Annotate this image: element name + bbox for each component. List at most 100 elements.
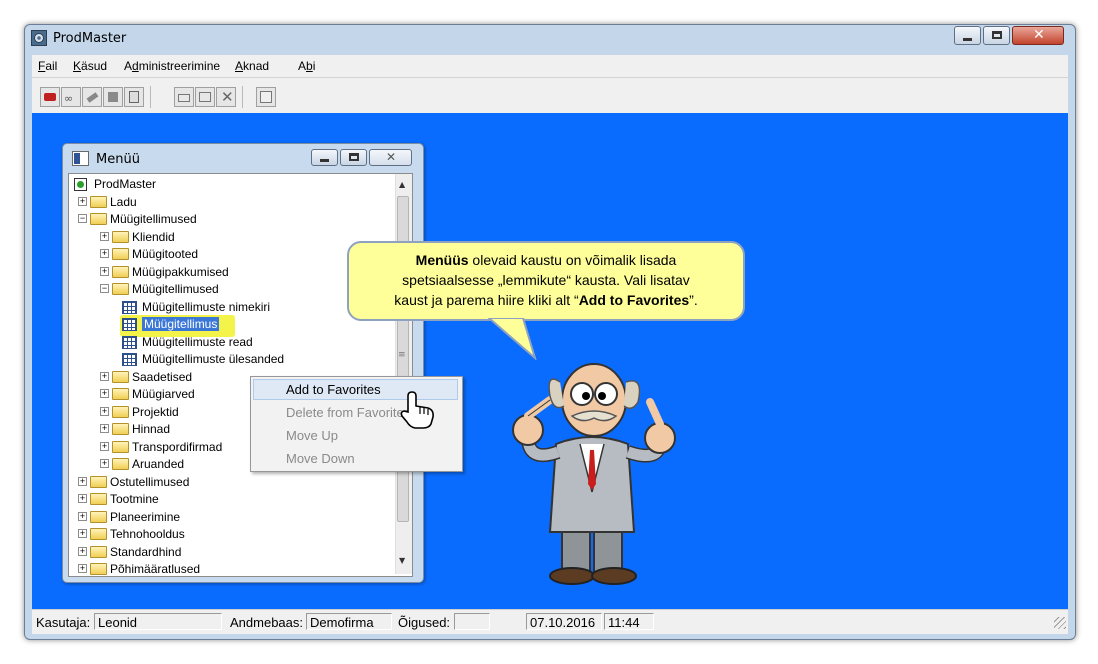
expand-icon[interactable]: + (78, 494, 87, 503)
delete-x-icon: ✕ (221, 88, 234, 106)
status-db-label: Andmebaas: (230, 615, 303, 630)
menu-window-title: Menüü (96, 152, 140, 167)
tree-item-label: Projektid (132, 405, 179, 419)
status-user-label: Kasutaja: (36, 615, 91, 630)
collapse-icon[interactable]: − (100, 284, 109, 293)
menu-abi[interactable]: Abi (298, 59, 315, 73)
minimize-icon (320, 159, 329, 162)
expand-icon[interactable]: + (100, 389, 109, 398)
expand-icon[interactable]: + (78, 564, 87, 573)
folder-icon (112, 458, 129, 470)
tree-item-label: Müügitellimuste read (142, 335, 253, 349)
professor-mascot-icon (512, 363, 676, 585)
context-move-down[interactable]: Move Down (286, 451, 355, 466)
expand-icon[interactable]: + (100, 267, 109, 276)
resize-grip-icon[interactable] (1054, 617, 1066, 629)
expand-icon[interactable]: + (100, 249, 109, 258)
status-time: 11:44 (604, 613, 654, 630)
expand-icon[interactable]: + (100, 459, 109, 468)
collapse-icon[interactable]: − (78, 214, 87, 223)
maximize-icon (992, 31, 1002, 39)
expand-icon[interactable]: + (100, 424, 109, 433)
scroll-down-arrow-icon[interactable]: ▼ (399, 556, 405, 565)
menu-window-minimize-button[interactable] (311, 149, 338, 166)
menu-kasud[interactable]: Käsud (73, 59, 107, 73)
copy-icon (260, 91, 272, 103)
folder-icon (90, 476, 107, 488)
toolbar-separator (150, 86, 151, 108)
folder-open-icon (90, 213, 107, 225)
minimize-icon (963, 38, 972, 41)
folder-icon (112, 441, 129, 453)
grid-icon (122, 301, 137, 314)
new-record-icon (44, 93, 56, 101)
folder-icon (90, 563, 107, 575)
minimize-button[interactable] (954, 26, 981, 45)
expand-icon[interactable]: + (100, 232, 109, 241)
app-title: ProdMaster (53, 31, 127, 46)
window-icon (199, 92, 211, 102)
expand-icon[interactable]: + (78, 477, 87, 486)
form-icon (122, 318, 137, 331)
menu-fail[interactable]: Fail (38, 59, 57, 73)
tree-item-label: Tehnohooldus (110, 527, 185, 541)
expand-icon[interactable]: + (100, 442, 109, 451)
tree-item-label: Müügitooted (132, 247, 199, 261)
tree-item-label: Planeerimine (110, 510, 181, 524)
folder-icon (90, 511, 107, 523)
toolbar: ∞ ✕ (32, 77, 1068, 114)
edit-button[interactable] (82, 87, 102, 107)
expand-icon[interactable]: + (78, 529, 87, 538)
tree-item-label: Hinnad (132, 422, 171, 436)
delete-button[interactable]: ✕ (216, 87, 236, 107)
expand-icon[interactable]: + (78, 197, 87, 206)
speech-bubble-text: Menüüs olevaid kaustu on võimalik lisada… (394, 252, 698, 308)
folder-icon (90, 493, 107, 505)
close-button[interactable]: ✕ (1012, 26, 1064, 45)
save-button[interactable] (124, 87, 144, 107)
new-record-button[interactable] (40, 87, 60, 107)
grid-icon (122, 353, 137, 366)
folder-icon (90, 528, 107, 540)
menu-aknad[interactable]: Aknad (235, 59, 269, 73)
expand-icon[interactable]: + (100, 372, 109, 381)
prodmaster-gear-icon (31, 30, 47, 46)
stop-button[interactable] (103, 87, 123, 107)
find-button[interactable]: ∞ (61, 87, 81, 107)
maximize-button[interactable] (983, 26, 1010, 45)
tree-item-label: Müügitellimuste nimekiri (142, 300, 271, 314)
context-delete-from-favorites[interactable]: Delete from Favorites (286, 405, 410, 420)
folder-icon (90, 546, 107, 558)
tree-item-label: Ladu (110, 195, 137, 209)
maximize-icon (349, 153, 359, 161)
menu-window-close-button[interactable]: ✕ (369, 149, 412, 166)
tree-item-label: Müügitellimused (132, 282, 219, 296)
save-icon (129, 91, 139, 103)
menu-window-maximize-button[interactable] (340, 149, 367, 166)
open-button[interactable] (174, 87, 194, 107)
expand-icon[interactable]: + (78, 512, 87, 521)
hand-pointer-cursor-icon (400, 391, 434, 429)
status-bar: Kasutaja: Leonid Andmebaas: Demofirma Õi… (32, 609, 1068, 634)
close-icon: ✕ (1033, 27, 1045, 43)
folder-icon (112, 423, 129, 435)
copy-button[interactable] (256, 87, 276, 107)
menu-administreerimine[interactable]: Administreerimine (124, 59, 220, 73)
expand-icon[interactable]: + (78, 547, 87, 556)
expand-icon[interactable]: + (100, 407, 109, 416)
context-move-up[interactable]: Move Up (286, 428, 338, 443)
tree-item-label: Saadetised (132, 370, 193, 384)
folder-icon (112, 371, 129, 383)
status-user-value: Leonid (94, 613, 222, 630)
context-add-to-favorites[interactable]: Add to Favorites (286, 382, 381, 397)
window-button[interactable] (195, 87, 215, 107)
tree-item-label: ProdMaster (94, 177, 157, 191)
folder-icon (112, 388, 129, 400)
tree-item-label: Põhimäärat­lused (110, 562, 201, 576)
status-rights-label: Õigused: (398, 615, 451, 630)
tree-item-label: Aruanded (132, 457, 185, 471)
tree-item-label: Standardhind (110, 545, 182, 559)
tree-item-label: Müügitellimused (110, 212, 197, 226)
scroll-up-arrow-icon[interactable]: ▲ (399, 180, 405, 189)
status-date: 07.10.2016 (526, 613, 602, 630)
